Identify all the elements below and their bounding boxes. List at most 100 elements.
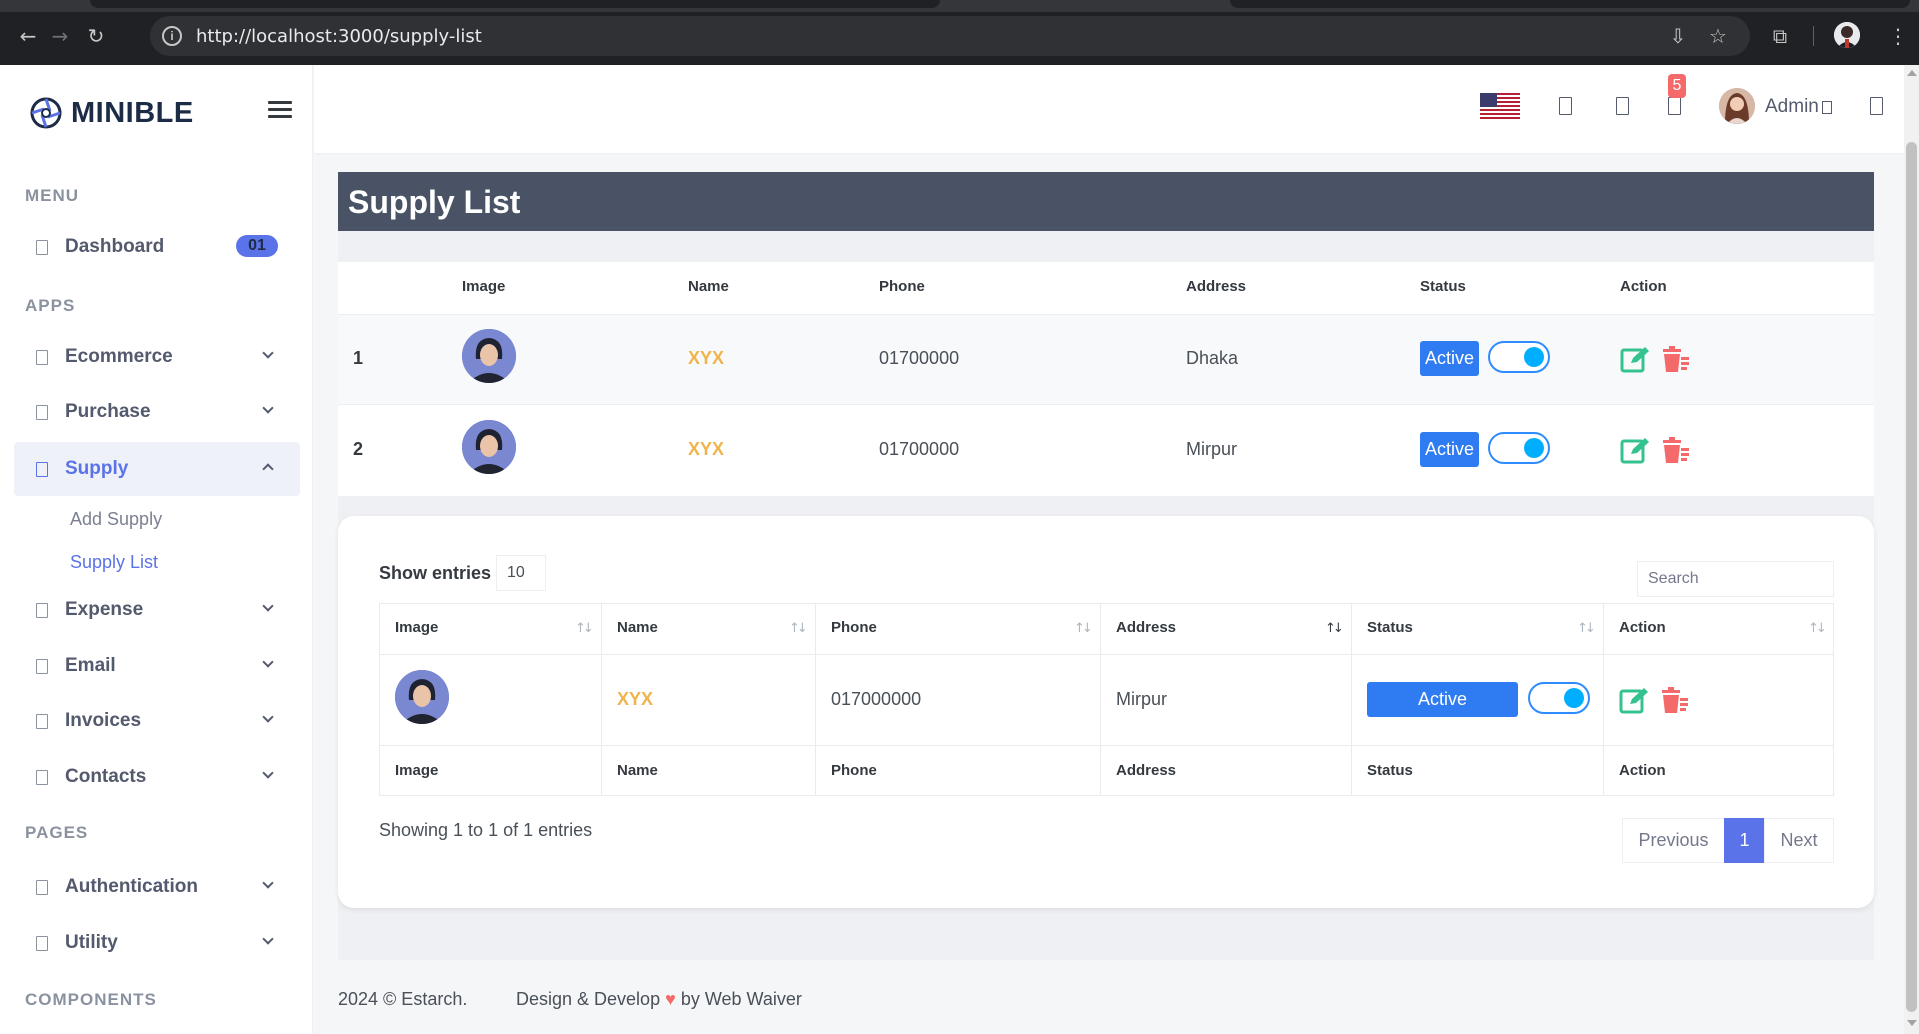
sidebar-item-supply[interactable]: Supply [14,442,300,496]
toggle-knob [1524,438,1544,458]
brand[interactable]: MINIBLE [30,93,194,133]
edit-icon[interactable] [1620,345,1650,373]
sort-icon[interactable]: ↑↓ [789,621,808,636]
dt-header-address[interactable]: Address [1116,619,1176,636]
sidebar-item-utility[interactable]: Utility [14,916,300,970]
pagination-previous[interactable]: Previous [1622,818,1725,863]
sidebar-item-purchase[interactable]: Purchase [14,385,300,439]
browser-tab[interactable] [90,0,940,8]
scrollbar-thumb[interactable] [1906,142,1917,1012]
column-header-action: Action [1620,278,1667,295]
user-name[interactable]: Admin [1765,96,1819,118]
url-text[interactable]: http://localhost:3000/supply-list [196,26,482,47]
avatar[interactable] [1719,88,1755,124]
sidebar-item-expense[interactable]: Expense [14,583,300,637]
submenu-supply-list[interactable]: Supply List [70,552,158,573]
dt-header-status[interactable]: Status [1367,619,1413,636]
scroll-down-arrow[interactable] [1907,1020,1917,1026]
dt-header-action[interactable]: Action [1619,619,1666,636]
browser-menu-icon[interactable]: ⋮ [1884,22,1912,50]
show-entries-label: Show entries [379,563,492,583]
scroll-up-arrow[interactable] [1907,70,1917,76]
extensions-icon[interactable]: ⧉ [1766,22,1794,50]
site-info-icon[interactable]: i [162,26,182,46]
row-divider [379,745,1834,746]
sidebar-item-label: Invoices [65,710,142,731]
profile-avatar[interactable] [1834,22,1860,48]
settings-icon[interactable] [1870,97,1883,115]
delete-icon[interactable] [1660,686,1690,714]
address-bar[interactable]: i http://localhost:3000/supply-list [150,16,1750,56]
column-header-phone: Phone [879,278,925,295]
us-flag-icon[interactable] [1480,93,1520,119]
edit-icon[interactable] [1619,686,1649,714]
supplier-phone: 01700000 [879,348,960,368]
dt-footer-address: Address [1116,762,1177,779]
bell-icon[interactable] [1668,97,1681,115]
sidebar-item-label: Contacts [65,766,147,787]
sidebar-item-label: Purchase [65,401,151,422]
apps-grid-icon[interactable] [1616,97,1629,115]
back-icon[interactable]: ← [14,22,42,50]
submenu-add-supply[interactable]: Add Supply [70,509,162,530]
dt-header-image[interactable]: Image [395,619,438,636]
dt-header-phone[interactable]: Phone [831,619,877,636]
status-toggle[interactable] [1488,341,1550,373]
sidebar-item-dashboard[interactable]: Dashboard 01 [14,220,300,274]
install-app-icon[interactable]: ⇩ [1664,22,1692,50]
footer-credit: Design & Develop ♥ by Web Waiver [516,989,802,1010]
reload-icon[interactable]: ↻ [82,22,110,50]
dt-footer-status: Status [1367,762,1413,779]
sort-icon[interactable]: ↑↓ [1577,621,1596,636]
search-icon[interactable] [1559,97,1572,115]
supplier-phone: 017000000 [831,689,922,709]
supplier-phone: 01700000 [879,439,960,459]
status-toggle[interactable] [1488,432,1550,464]
topbar [314,65,1904,153]
column-divider [815,603,816,796]
pagination-next[interactable]: Next [1764,818,1834,863]
sidebar-item-ecommerce[interactable]: Ecommerce [14,330,300,384]
bookmark-star-icon[interactable]: ☆ [1704,22,1732,50]
entries-select[interactable]: 10 [496,555,546,591]
sidebar-item-email[interactable]: Email [14,639,300,693]
sidebar-item-label: Dashboard [65,236,165,257]
supplier-address: Mirpur [1186,439,1238,459]
footer-credit-prefix: Design & Develop [516,989,661,1009]
edit-icon[interactable] [1620,436,1650,464]
sidebar-item-label: Expense [65,599,144,620]
chevron-down-icon[interactable] [1822,101,1832,114]
row-divider [379,654,1834,655]
delete-icon[interactable] [1661,436,1691,464]
browser-tab[interactable] [1230,0,1910,8]
dashboard-badge: 01 [236,235,278,257]
heart-icon: ♥ [665,989,676,1009]
status-toggle[interactable] [1528,682,1590,714]
avatar [462,420,516,474]
search-input[interactable] [1637,561,1834,597]
dt-header-name[interactable]: Name [617,619,658,636]
sidebar-item-contacts[interactable]: Contacts [14,750,300,804]
chevron-down-icon [262,877,274,889]
supplier-name[interactable]: XYX [688,439,724,460]
forward-icon[interactable]: → [46,22,74,50]
pages-section-title: PAGES [25,823,89,842]
apps-section-title: APPS [25,296,76,315]
sort-icon[interactable]: ↑↓ [1808,621,1827,636]
sidebar-item-invoices[interactable]: Invoices [14,694,300,748]
utility-icon [36,935,48,951]
footer-credit-suffix: by Web Waiver [680,989,802,1009]
toggle-knob [1564,688,1584,708]
sort-active-icon[interactable]: ↑↓ [1325,621,1344,636]
sort-icon[interactable]: ↑↓ [1074,621,1093,636]
column-divider [1100,603,1101,796]
sidebar-item-authentication[interactable]: Authentication [14,860,300,914]
delete-icon[interactable] [1661,345,1691,373]
pagination-page-1[interactable]: 1 [1724,818,1765,863]
supplier-name[interactable]: XYX [617,689,653,710]
supplier-name[interactable]: XYX [688,348,724,369]
page-header [338,172,1874,231]
hamburger-menu-icon[interactable] [268,101,292,121]
sort-icon[interactable]: ↑↓ [575,621,594,636]
footer-copyright: 2024 © Estarch. [338,989,468,1009]
